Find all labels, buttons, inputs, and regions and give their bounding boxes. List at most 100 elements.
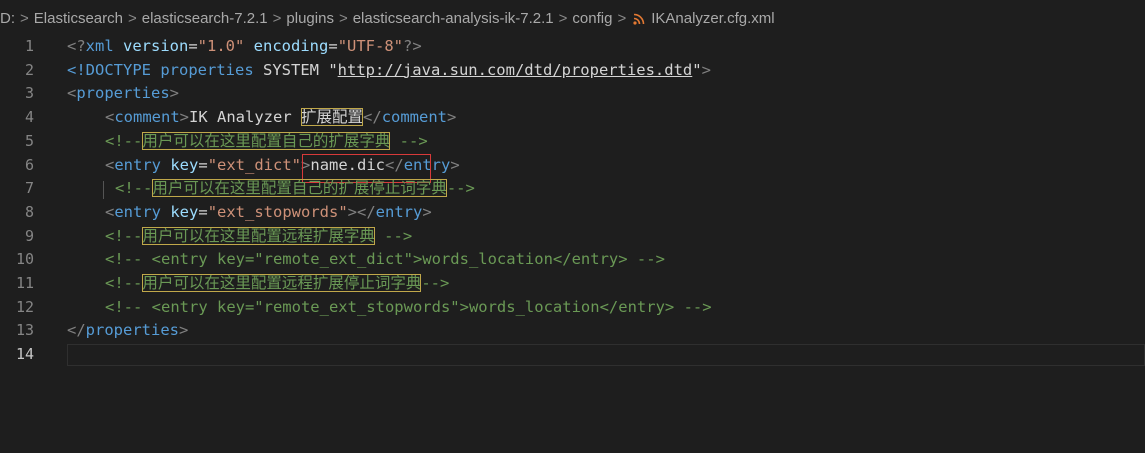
code-token: " [328, 60, 338, 79]
breadcrumb-folder-es-version[interactable]: elasticsearch-7.2.1 [142, 10, 268, 27]
code-token: entry [375, 202, 423, 221]
code-token: = [198, 155, 208, 174]
line-content: <!--用户可以在这里配置自己的扩展字典 --> [105, 130, 428, 154]
code-token: </ [67, 321, 86, 340]
code-line[interactable]: 8 <entry key="ext_stopwords"></entry> [0, 201, 1145, 225]
code-line[interactable]: 14 [0, 343, 1145, 367]
code-token: entry [114, 155, 162, 174]
line-content: <!--用户可以在这里配置自己的扩展停止词字典--> [115, 177, 475, 201]
code-line[interactable]: 6 <entry key="ext_dict">name.dic</entry> [0, 154, 1145, 178]
line-number: 5 [24, 131, 34, 150]
line-number: 3 [24, 84, 34, 103]
code-token: > [179, 108, 190, 127]
code-token: --> [446, 179, 475, 198]
code-token: "ext_dict" [207, 155, 302, 174]
code-token: > [447, 108, 457, 127]
code-token: --> [421, 274, 450, 292]
code-token: < [105, 202, 115, 221]
highlighted-text: 用户可以在这里配置自己的扩展字典 [142, 131, 391, 150]
line-content: <!-- <entry key="remote_ext_stopwords">w… [105, 296, 712, 320]
breadcrumb-folder-plugins[interactable]: plugins [286, 10, 334, 27]
code-line[interactable]: 13 </properties> [0, 319, 1145, 343]
code-token: > [701, 60, 711, 79]
breadcrumb-drive[interactable]: D: [0, 10, 15, 27]
code-line[interactable]: 2 <!DOCTYPE properties SYSTEM "http://ja… [0, 59, 1145, 83]
dtd-url-link[interactable]: http://java.sun.com/dtd/properties.dtd [338, 61, 693, 79]
code-token: = [328, 37, 338, 55]
code-token: encoding [244, 37, 329, 55]
breadcrumb-folder-elasticsearch[interactable]: Elasticsearch [34, 10, 123, 27]
code-line[interactable]: 12 <!-- <entry key="remote_ext_stopwords… [0, 296, 1145, 320]
highlighted-text: 用户可以在这里配置远程扩展字典 [142, 226, 375, 245]
line-number-active: 14 [15, 345, 34, 364]
chevron-right-icon: > [20, 9, 29, 27]
code-token: <!-- <entry key="remote_ext_dict">words_… [105, 250, 665, 269]
line-content: <entry key="ext_stopwords"></entry> [105, 201, 432, 225]
code-token: IK Analyzer [189, 108, 301, 127]
line-number: 1 [24, 37, 34, 55]
code-token: > [169, 84, 180, 103]
line-content: <!-- <entry key="remote_ext_dict">words_… [105, 248, 665, 272]
code-token: ></ [347, 202, 376, 221]
line-number: 6 [24, 155, 34, 174]
code-token: <? [67, 37, 86, 55]
code-token: xml [85, 37, 114, 55]
code-token: --> [374, 226, 413, 245]
code-token: properties [76, 84, 170, 103]
line-number: 7 [24, 179, 34, 198]
code-token: = [188, 37, 198, 55]
line-content: <comment>IK Analyzer 扩展配置</comment> [105, 106, 456, 130]
code-line[interactable]: 3 <properties> [0, 82, 1145, 106]
code-token: key [161, 202, 199, 221]
chevron-right-icon: > [127, 9, 137, 27]
code-token: "UTF-8" [337, 37, 404, 55]
code-editor[interactable]: 1 <?xml version="1.0" encoding="UTF-8"?>… [0, 35, 1145, 453]
code-token: <!-- <entry key="remote_ext_stopwords">w… [105, 297, 712, 316]
line-content: <!DOCTYPE properties SYSTEM "http://java… [67, 59, 711, 83]
line-content: <?xml version="1.0" encoding="UTF-8"?> [67, 35, 422, 59]
line-number: 10 [15, 250, 34, 269]
highlighted-text: 用户可以在这里配置远程扩展停止词字典 [142, 274, 422, 292]
breadcrumb: D: > Elasticsearch > elasticsearch-7.2.1… [0, 0, 1145, 36]
code-token: <!-- [105, 226, 143, 245]
code-line[interactable]: 4 <comment>IK Analyzer 扩展配置</comment> [0, 106, 1145, 130]
chevron-right-icon: > [338, 9, 348, 27]
code-token: " [692, 60, 702, 79]
breadcrumb-folder-ik-plugin[interactable]: elasticsearch-analysis-ik-7.2.1 [353, 10, 554, 27]
line-content: <!--用户可以在这里配置远程扩展字典 --> [105, 225, 412, 249]
code-token: "ext_stopwords" [207, 202, 348, 221]
code-token: <!DOCTYPE [67, 60, 161, 79]
code-token: </ [363, 108, 382, 127]
code-token: key [161, 155, 199, 174]
code-token: <!-- [115, 179, 153, 198]
code-token: < [105, 155, 115, 174]
code-line[interactable]: 9 <!--用户可以在这里配置远程扩展字典 --> [0, 225, 1145, 249]
line-content: <properties> [67, 82, 179, 106]
chevron-right-icon: > [617, 9, 627, 27]
code-line[interactable]: 1 <?xml version="1.0" encoding="UTF-8"?> [0, 35, 1145, 59]
breadcrumb-file[interactable]: IKAnalyzer.cfg.xml [651, 10, 774, 27]
code-token: version [113, 37, 189, 55]
line-content: <!--用户可以在这里配置远程扩展停止词字典--> [105, 272, 449, 296]
code-token: < [105, 108, 115, 127]
rss-xml-icon [633, 12, 645, 25]
code-line[interactable]: 10 <!-- <entry key="remote_ext_dict">wor… [0, 248, 1145, 272]
chevron-right-icon: > [558, 9, 568, 27]
code-token: ?> [403, 37, 422, 55]
code-token: properties [160, 60, 254, 79]
code-token: comment [381, 108, 448, 127]
code-token: properties [85, 321, 179, 340]
code-line[interactable]: 11 <!--用户可以在这里配置远程扩展停止词字典--> [0, 272, 1145, 296]
highlighted-text: 扩展配置 [301, 108, 364, 127]
breadcrumb-folder-config[interactable]: config [572, 10, 612, 27]
line-number: 8 [24, 202, 34, 221]
code-token: <!-- [105, 274, 143, 292]
code-line[interactable]: 7 <!--用户可以在这里配置自己的扩展停止词字典--> [0, 177, 1145, 201]
code-token: comment [114, 108, 180, 127]
line-number: 12 [15, 297, 34, 316]
line-number: 13 [15, 321, 34, 340]
code-token: = [198, 202, 208, 221]
code-line[interactable]: 5 <!--用户可以在这里配置自己的扩展字典 --> [0, 130, 1145, 154]
code-token: < [67, 84, 77, 103]
highlighted-text: 用户可以在这里配置自己的扩展停止词字典 [152, 179, 447, 198]
